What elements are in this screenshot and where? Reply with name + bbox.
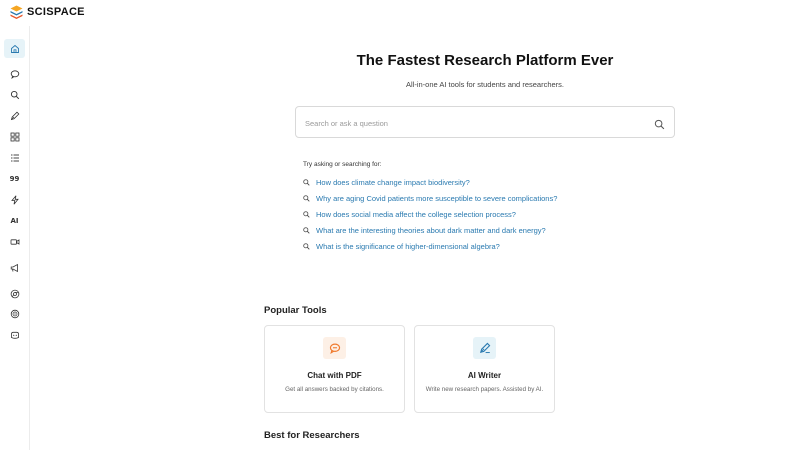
ai-icon: AI bbox=[10, 216, 19, 225]
search-icon bbox=[303, 226, 310, 234]
lightning-icon bbox=[10, 195, 19, 204]
quote-icon: 99 bbox=[9, 174, 20, 183]
sidebar-item-openai[interactable] bbox=[4, 304, 25, 323]
sidebar: 99 AI bbox=[0, 26, 30, 450]
search-icon bbox=[303, 178, 310, 186]
pen-nib-icon bbox=[473, 337, 496, 359]
tool-name: AI Writer bbox=[467, 371, 502, 380]
suggestions-label: Try asking or searching for: bbox=[303, 161, 382, 168]
chat-bubble-icon bbox=[10, 69, 19, 79]
suggestion-item[interactable]: Why are aging Covid patients more suscep… bbox=[303, 190, 557, 206]
grid-icon bbox=[10, 132, 19, 141]
sidebar-item-citation[interactable]: 99 bbox=[4, 169, 25, 188]
search-input[interactable] bbox=[305, 116, 625, 130]
popular-tools-title: Popular Tools bbox=[264, 305, 327, 316]
search-icon bbox=[654, 119, 665, 130]
search-submit-button[interactable] bbox=[654, 117, 665, 130]
search-icon bbox=[303, 210, 310, 218]
sidebar-item-chrome[interactable] bbox=[4, 284, 25, 303]
top-bar: SCISPACE bbox=[0, 0, 800, 26]
sidebar-item-ai[interactable]: AI bbox=[4, 211, 25, 230]
suggestions-list: How does climate change impact biodivers… bbox=[303, 174, 557, 254]
megaphone-icon bbox=[10, 263, 18, 272]
logo[interactable]: SCISPACE bbox=[10, 5, 85, 19]
chat-pdf-icon bbox=[323, 337, 346, 359]
search-icon bbox=[10, 90, 19, 99]
tool-name: Chat with PDF bbox=[307, 371, 362, 380]
page-title: The Fastest Research Platform Ever bbox=[356, 52, 614, 69]
suggestion-item[interactable]: What are the interesting theories about … bbox=[303, 222, 557, 238]
list-icon bbox=[10, 154, 19, 161]
suggestion-link[interactable]: What are the interesting theories about … bbox=[316, 226, 546, 235]
sidebar-item-flash[interactable] bbox=[4, 190, 25, 209]
suggestion-link[interactable]: What is the significance of higher-dimen… bbox=[316, 242, 500, 251]
suggestion-item[interactable]: How does climate change impact biodivers… bbox=[303, 174, 557, 190]
sidebar-item-list[interactable] bbox=[4, 148, 25, 167]
best-for-researchers-title: Best for Researchers bbox=[264, 430, 360, 441]
page-subtitle: All-in-one AI tools for students and res… bbox=[406, 80, 564, 89]
suggestion-link[interactable]: How does climate change impact biodivers… bbox=[316, 178, 470, 187]
scispace-logo-icon bbox=[10, 5, 23, 19]
suggestion-link[interactable]: Why are aging Covid patients more suscep… bbox=[316, 194, 557, 203]
tool-card-ai-writer[interactable]: AI Writer Write new research papers. Ass… bbox=[414, 325, 555, 413]
openai-icon bbox=[10, 309, 19, 318]
sidebar-item-writer[interactable] bbox=[4, 106, 25, 125]
suggestion-item[interactable]: How does social media affect the college… bbox=[303, 206, 557, 222]
tool-card-chat-with-pdf[interactable]: Chat with PDF Get all answers backed by … bbox=[264, 325, 405, 413]
sidebar-item-apps[interactable] bbox=[4, 127, 25, 146]
pen-icon bbox=[10, 111, 19, 120]
sidebar-item-video[interactable] bbox=[4, 232, 25, 251]
search-box bbox=[295, 106, 675, 138]
tool-description: Get all answers backed by citations. bbox=[285, 386, 384, 393]
video-icon bbox=[10, 238, 19, 245]
suggestion-link[interactable]: How does social media affect the college… bbox=[316, 210, 516, 219]
search-icon bbox=[303, 242, 310, 250]
tool-description: Write new research papers. Assisted by A… bbox=[425, 386, 544, 393]
discord-icon bbox=[10, 331, 19, 339]
chrome-icon bbox=[10, 289, 19, 298]
logo-text: SCISPACE bbox=[27, 6, 85, 18]
search-icon bbox=[303, 194, 310, 202]
sidebar-item-announce[interactable] bbox=[4, 258, 25, 277]
sidebar-item-discord[interactable] bbox=[4, 325, 25, 344]
suggestion-item[interactable]: What is the significance of higher-dimen… bbox=[303, 238, 557, 254]
